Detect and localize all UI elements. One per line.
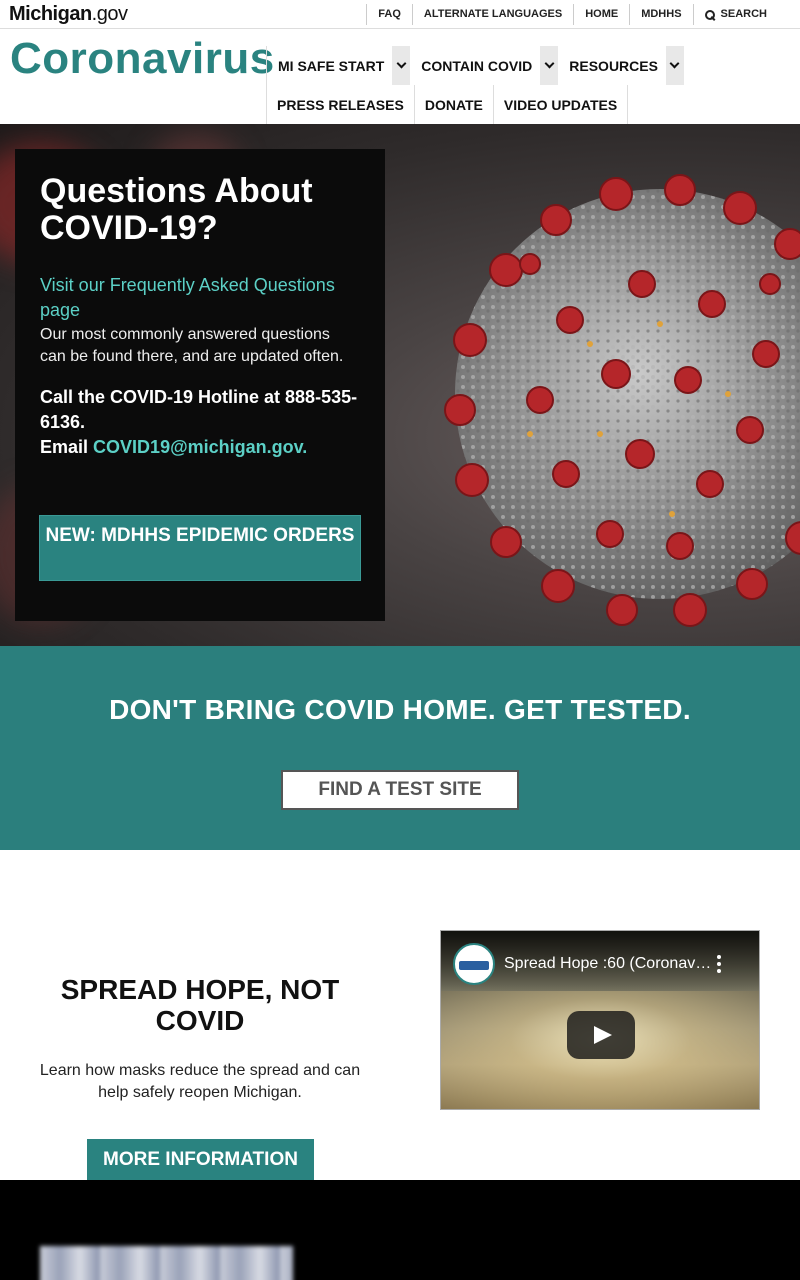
- more-options-icon[interactable]: [717, 955, 723, 973]
- epidemic-orders-button[interactable]: NEW: MDHHS EPIDEMIC ORDERS: [39, 515, 361, 581]
- play-icon[interactable]: [567, 1011, 635, 1059]
- find-test-site-button[interactable]: FIND A TEST SITE: [281, 770, 519, 810]
- nav-resources[interactable]: RESOURCES: [558, 46, 658, 85]
- more-information-button[interactable]: MORE INFORMATION: [87, 1139, 314, 1181]
- search-label: SEARCH: [720, 8, 767, 20]
- alternate-languages-link[interactable]: ALTERNATE LANGUAGES: [411, 4, 573, 25]
- spread-hope-headline: SPREAD HOPE, NOT COVID: [60, 974, 340, 1036]
- chevron-down-icon[interactable]: [540, 46, 559, 85]
- nav-video-updates[interactable]: VIDEO UPDATES: [492, 85, 629, 124]
- email-line: Email COVID19@michigan.gov.: [40, 435, 360, 460]
- spread-hope-text: Learn how masks reduce the spread and ca…: [39, 1062, 361, 1101]
- main-nav: MI SAFE START CONTAIN COVID RESOURCES PR…: [266, 46, 684, 124]
- logo-bold-text: Michigan: [9, 3, 92, 25]
- blurred-image: [40, 1246, 293, 1280]
- nav-donate[interactable]: DONATE: [413, 85, 493, 124]
- search-button[interactable]: SEARCH: [692, 4, 778, 25]
- nav-contain-covid[interactable]: CONTAIN COVID: [410, 46, 532, 85]
- hotline-text: Call the COVID-19 Hotline at 888-535-613…: [40, 387, 358, 432]
- nav-mi-safe-start[interactable]: MI SAFE START: [266, 46, 384, 85]
- testing-headline: DON'T BRING COVID HOME. GET TESTED.: [109, 694, 691, 725]
- mdhhs-link[interactable]: MDHHS: [629, 4, 692, 25]
- coronavirus-illustration: [444, 174, 800, 627]
- search-icon: [704, 9, 715, 20]
- utility-nav: FAQ ALTERNATE LANGUAGES HOME MDHHS SEARC…: [366, 4, 778, 25]
- email-link[interactable]: COVID19@michigan.gov.: [93, 437, 307, 457]
- faq-link[interactable]: FAQ: [366, 4, 412, 25]
- faq-page-link[interactable]: Visit our Frequently Asked Questions pag…: [40, 273, 360, 323]
- main-nav-row-1: MI SAFE START CONTAIN COVID RESOURCES: [266, 46, 684, 85]
- michigan-gov-logo[interactable]: Michigan.gov: [9, 3, 128, 26]
- nav-label: MI SAFE START: [278, 57, 385, 74]
- email-prefix: Email: [40, 437, 89, 457]
- utility-bar: Michigan.gov FAQ ALTERNATE LANGUAGES HOM…: [0, 0, 800, 29]
- site-title[interactable]: Coronavirus: [10, 34, 275, 84]
- spread-hope-section: SPREAD HOPE, NOT COVID Learn how masks r…: [0, 850, 800, 1181]
- hero-banner: Questions About COVID-19? Visit our Freq…: [0, 124, 800, 646]
- dark-section: [0, 1180, 800, 1280]
- hero-info-card: Questions About COVID-19? Visit our Freq…: [15, 149, 385, 621]
- chevron-down-icon[interactable]: [392, 46, 411, 85]
- testing-banner: DON'T BRING COVID HOME. GET TESTED. FIND…: [0, 646, 800, 850]
- nav-press-releases[interactable]: PRESS RELEASES: [266, 85, 414, 124]
- mdhhs-channel-logo[interactable]: [453, 943, 495, 985]
- home-link[interactable]: HOME: [573, 4, 629, 25]
- main-nav-row-2: PRESS RELEASES DONATE VIDEO UPDATES: [266, 85, 629, 124]
- nav-label: CONTAIN COVID: [421, 57, 533, 74]
- logo-light-text: .gov: [91, 3, 128, 25]
- nav-label: RESOURCES: [569, 57, 658, 74]
- hero-title: Questions About COVID-19?: [40, 172, 313, 247]
- chevron-down-icon[interactable]: [665, 46, 684, 85]
- video-title[interactable]: Spread Hope :60 (Coronavirus): [504, 955, 714, 973]
- video-player[interactable]: Spread Hope :60 (Coronavirus): [440, 930, 760, 1110]
- faq-description: Our most commonly answered questions can…: [40, 326, 344, 365]
